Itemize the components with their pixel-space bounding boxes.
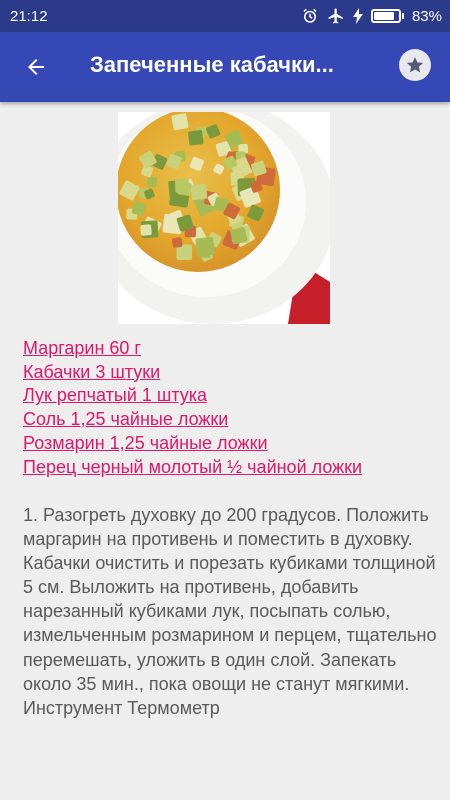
charging-icon [352, 8, 363, 24]
arrow-back-icon [28, 59, 44, 75]
status-icons: 83% [301, 7, 442, 25]
battery-percent: 83% [411, 7, 442, 25]
star-icon [406, 57, 424, 73]
ingredient-list: Маргарин 60 г Кабачки 3 штуки Лук репчатый… [23, 337, 433, 479]
airplane-mode-icon [328, 8, 343, 24]
ingredient-link[interactable]: Перец черный молотый ½ чайной ложки [23, 456, 433, 480]
alarm-icon [303, 8, 317, 23]
ingredient-link[interactable]: Лук репчатый 1 штука [23, 384, 433, 408]
battery-icon [370, 9, 404, 23]
status-bar: 21:12 83% [0, 0, 450, 32]
status-time: 21:12 [10, 7, 48, 25]
back-button[interactable] [18, 49, 54, 85]
ingredient-link[interactable]: Розмарин 1,25 чайные ложки [23, 432, 433, 456]
app-bar: Запеченные кабачки... [0, 32, 450, 102]
dish-photo [118, 112, 330, 324]
ingredient-link[interactable]: Маргарин 60 г [23, 337, 433, 361]
favorite-button[interactable] [399, 49, 431, 81]
ingredient-link[interactable]: Кабачки 3 штуки [23, 361, 433, 385]
recipe-instructions: 1. Разогреть духовку до 200 градусов. По… [23, 505, 437, 718]
page-title: Запеченные кабачки... [90, 52, 334, 77]
ingredient-link[interactable]: Соль 1,25 чайные ложки [23, 408, 433, 432]
